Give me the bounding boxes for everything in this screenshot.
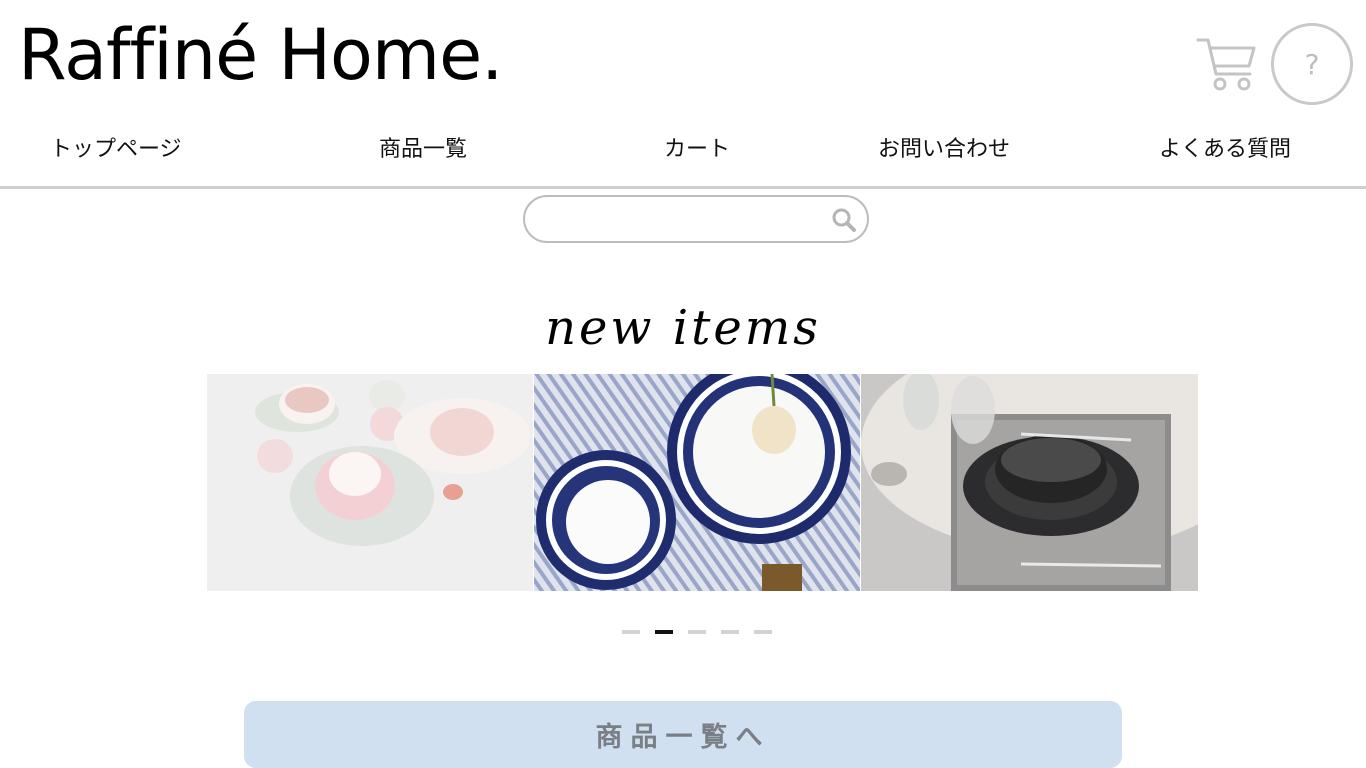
carousel-dot-5[interactable] [754, 630, 772, 634]
product-photo-black-dinnerware[interactable] [861, 374, 1198, 591]
nav-item-top[interactable]: トップページ [50, 128, 182, 172]
new-items-carousel[interactable] [207, 374, 1198, 591]
product-photo-pastel-tableware[interactable] [207, 374, 533, 591]
nav-item-products[interactable]: 商品一覧 [379, 128, 467, 172]
section-title-new-items: new items [545, 300, 821, 356]
cart-icon[interactable] [1196, 34, 1258, 94]
search-box [523, 195, 869, 243]
carousel-dot-4[interactable] [721, 630, 739, 634]
carousel-dot-3[interactable] [688, 630, 706, 634]
help-button[interactable]: ? [1271, 23, 1353, 105]
search-input[interactable] [539, 205, 823, 235]
carousel-dot-1[interactable] [622, 630, 640, 634]
nav-divider [0, 186, 1366, 189]
question-icon: ? [1304, 47, 1320, 81]
nav-item-faq[interactable]: よくある質問 [1159, 128, 1291, 172]
nav-item-cart[interactable]: カート [664, 128, 730, 172]
carousel-dot-2[interactable] [655, 630, 673, 634]
view-all-products-button[interactable]: 商品一覧へ [244, 701, 1122, 768]
search-icon[interactable] [831, 207, 857, 233]
main-nav: トップページ 商品一覧 カート お問い合わせ よくある質問 [0, 128, 1366, 172]
product-photo-blue-pattern-plates[interactable] [534, 374, 860, 591]
site-logo[interactable]: Raffiné Home. [18, 20, 503, 90]
nav-item-contact[interactable]: お問い合わせ [878, 128, 1010, 172]
